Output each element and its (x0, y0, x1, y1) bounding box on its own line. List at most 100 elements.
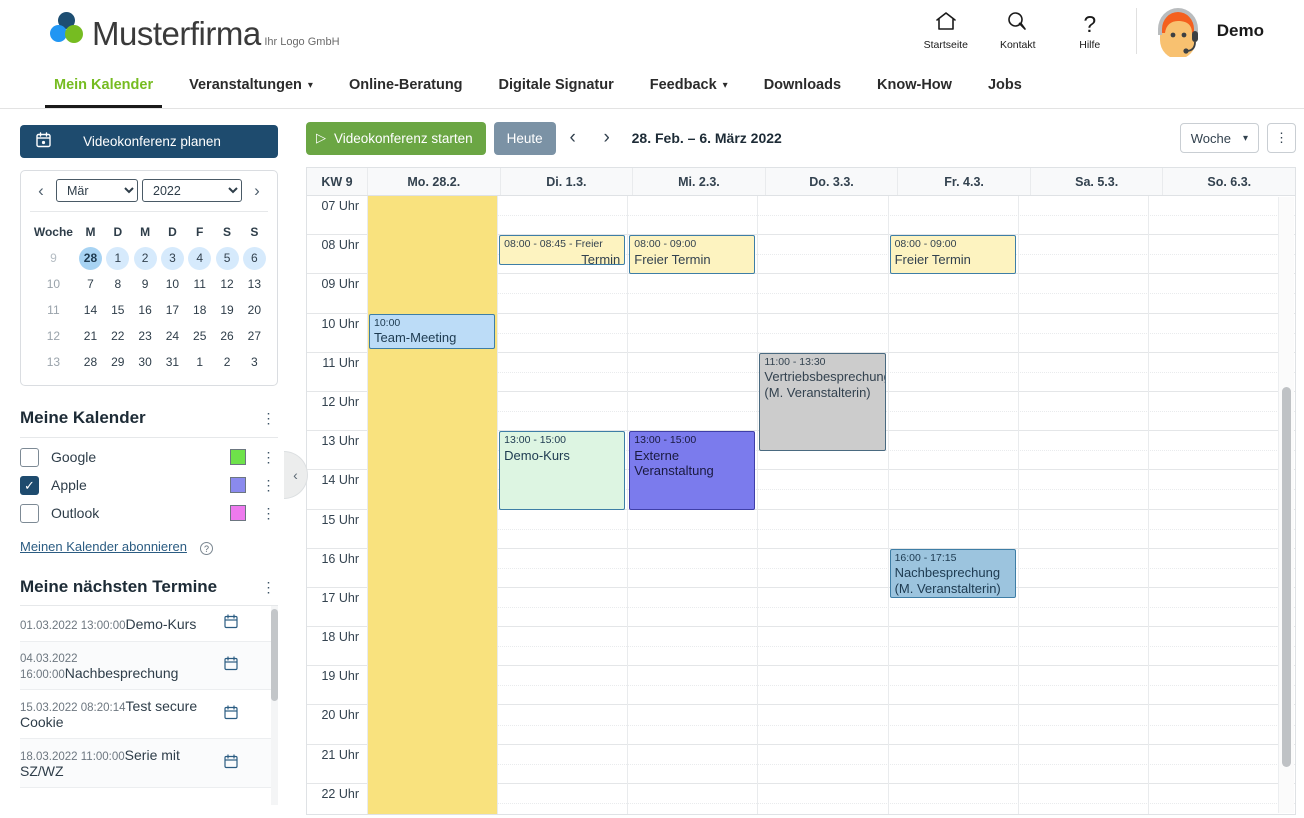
subscribe-calendar-link[interactable]: Meinen Kalender abonnieren (20, 539, 278, 554)
appointments-menu-button[interactable]: ⋮ (260, 579, 278, 596)
nav-item-online-beratung[interactable]: Online-Beratung (331, 62, 481, 108)
calendar-item-menu-button[interactable]: ⋮ (260, 477, 278, 494)
minical-day[interactable]: 29 (104, 351, 131, 374)
calendar-event[interactable]: 08:00 - 09:00 Freier Termin (629, 235, 756, 275)
day-column[interactable]: 10:00 Team-Meeting (367, 196, 498, 814)
minical-day[interactable]: 4 (186, 246, 213, 270)
calendar-list-item[interactable]: Google ⋮ (20, 443, 278, 471)
previous-week-button[interactable]: ‹ (556, 127, 590, 149)
day-header-di[interactable]: Di. 1.3. (499, 168, 633, 195)
day-header-fr[interactable]: Fr. 4.3. (897, 168, 1030, 195)
minical-day[interactable]: 2 (131, 246, 158, 270)
calendar-color-swatch[interactable] (230, 477, 246, 493)
day-column[interactable] (1147, 196, 1278, 814)
today-button[interactable]: Heute (493, 121, 556, 155)
calendar-event[interactable]: 11:00 - 13:30 Vertriebsbesprechung (M. Ve… (759, 352, 886, 451)
day-column[interactable]: 11:00 - 13:30 Vertriebsbesprechung (M. Ve… (757, 196, 887, 814)
minical-day[interactable]: 28 (77, 246, 104, 270)
minical-day[interactable]: 7 (77, 273, 104, 296)
day-column[interactable]: 08:00 - 09:00 Freier Termin 16:00 - 17:15 N… (887, 196, 1018, 814)
minical-day[interactable]: 3 (241, 351, 268, 374)
minical-day[interactable]: 3 (159, 246, 186, 270)
minical-week-row[interactable]: 9 28 1 2 3 4 5 6 (30, 245, 268, 271)
calendar-icon[interactable] (218, 656, 244, 675)
minical-day[interactable]: 25 (186, 325, 213, 348)
minical-day[interactable]: 19 (213, 299, 240, 322)
minical-day[interactable]: 6 (241, 246, 268, 270)
start-videoconference-button[interactable]: ▷ Videokonferenz starten (306, 121, 486, 155)
minical-day[interactable]: 28 (77, 351, 104, 374)
minical-day[interactable]: 24 (159, 325, 186, 348)
calendar-item-menu-button[interactable]: ⋮ (260, 505, 278, 522)
next-week-button[interactable]: › (590, 127, 624, 149)
appointments-scrollbar[interactable] (271, 606, 278, 805)
minical-day[interactable]: 8 (104, 273, 131, 296)
minical-prev-button[interactable]: ‹ (30, 181, 52, 201)
nav-item-downloads[interactable]: Downloads (746, 62, 859, 108)
calendar-event[interactable]: 13:00 - 15:00 Externe Veranstaltung (629, 431, 756, 510)
view-select[interactable]: Woche ▾ (1179, 123, 1259, 153)
calendar-event[interactable]: 08:00 - 09:00 Freier Termin (889, 235, 1016, 275)
minical-day[interactable]: 15 (104, 299, 131, 322)
minical-month-select[interactable]: Mär (56, 179, 138, 202)
day-header-mi[interactable]: Mi. 2.3. (632, 168, 765, 195)
minical-day[interactable]: 5 (213, 246, 240, 270)
calendar-icon[interactable] (218, 704, 244, 724)
calendars-menu-button[interactable]: ⋮ (260, 410, 278, 427)
minical-day[interactable]: 27 (241, 325, 268, 348)
minical-next-button[interactable]: › (246, 181, 268, 201)
nav-item-veranstaltungen[interactable]: Veranstaltungen ▾ (171, 62, 331, 108)
nav-item-know-how[interactable]: Know-How (859, 62, 970, 108)
calendar-event[interactable]: 10:00 Team-Meeting (369, 313, 496, 349)
nav-item-mein-kalender[interactable]: Mein Kalender (36, 62, 171, 108)
minical-day[interactable]: 22 (104, 325, 131, 348)
day-column[interactable]: 08:00 - 09:00 Freier Termin 13:00 - 15:00 E… (627, 196, 757, 814)
day-column[interactable] (1017, 196, 1148, 814)
minical-day[interactable]: 26 (213, 325, 240, 348)
header-link-startseite[interactable]: Startseite (910, 11, 982, 51)
calendar-color-swatch[interactable] (230, 505, 246, 521)
minical-day[interactable]: 10 (159, 273, 186, 296)
nav-item-digitale-signatur[interactable]: Digitale Signatur (481, 62, 632, 108)
appointment-item[interactable]: 04.03.2022 16:00:00Nachbesprechung (20, 642, 278, 690)
minical-day[interactable]: 31 (159, 351, 186, 374)
day-column[interactable]: 08:00 - 08:45 - Freier Termin 13:00 - 15:0… (497, 196, 627, 814)
minical-day[interactable]: 11 (186, 273, 213, 296)
minical-day[interactable]: 20 (241, 299, 268, 322)
logo[interactable]: Musterfirma Ihr Logo GmbH (50, 12, 340, 50)
avatar[interactable] (1151, 7, 1205, 59)
minical-week-row[interactable]: 13 28 29 30 31 1 2 3 (30, 349, 268, 375)
calendar-list-item[interactable]: ✓ Apple ⋮ (20, 471, 278, 499)
minical-week-row[interactable]: 10 7 8 9 10 11 12 13 (30, 271, 268, 297)
minical-day[interactable]: 1 (104, 246, 131, 270)
calendar-list-item[interactable]: Outlook ⋮ (20, 499, 278, 527)
minical-day[interactable]: 23 (131, 325, 158, 348)
calendar-item-menu-button[interactable]: ⋮ (260, 449, 278, 466)
calendar-color-swatch[interactable] (230, 449, 246, 465)
minical-day[interactable]: 2 (213, 351, 240, 374)
appointment-item[interactable]: 18.03.2022 11:00:00Serie mit SZ/WZ (20, 739, 278, 788)
minical-day[interactable]: 14 (77, 299, 104, 322)
day-header-so[interactable]: So. 6.3. (1162, 168, 1295, 195)
header-link-hilfe[interactable]: ? Hilfe (1054, 11, 1126, 51)
calendar-icon[interactable] (218, 753, 244, 773)
nav-item-feedback[interactable]: Feedback ▾ (632, 62, 746, 108)
calendar-options-button[interactable]: ⋮ (1267, 123, 1296, 153)
minical-day[interactable]: 12 (213, 273, 240, 296)
appointment-item[interactable]: 01.03.2022 13:00:00Demo-Kurs (20, 606, 278, 642)
user-name[interactable]: Demo (1217, 21, 1264, 41)
day-header-sa[interactable]: Sa. 5.3. (1029, 168, 1163, 195)
help-circle-icon[interactable]: ? (200, 542, 213, 555)
minical-day[interactable]: 13 (241, 273, 268, 296)
minical-day[interactable]: 16 (131, 299, 158, 322)
calendar-scrollbar[interactable] (1278, 197, 1294, 813)
minical-day[interactable]: 30 (131, 351, 158, 374)
appointment-item[interactable]: 15.03.2022 08:20:14Test secure Cookie (20, 690, 278, 739)
calendar-checkbox[interactable] (20, 447, 39, 467)
calendar-icon[interactable] (218, 614, 244, 633)
minical-week-row[interactable]: 11 14 15 16 17 18 19 20 (30, 297, 268, 323)
day-header-mo[interactable]: Mo. 28.2. (367, 168, 500, 195)
calendar-event[interactable]: 08:00 - 08:45 - Freier Termin (499, 235, 626, 265)
plan-videoconference-button[interactable]: Videokonferenz planen (20, 125, 278, 158)
calendar-event[interactable]: 16:00 - 17:15 Nachbesprechung (M. Veranst… (889, 548, 1016, 598)
